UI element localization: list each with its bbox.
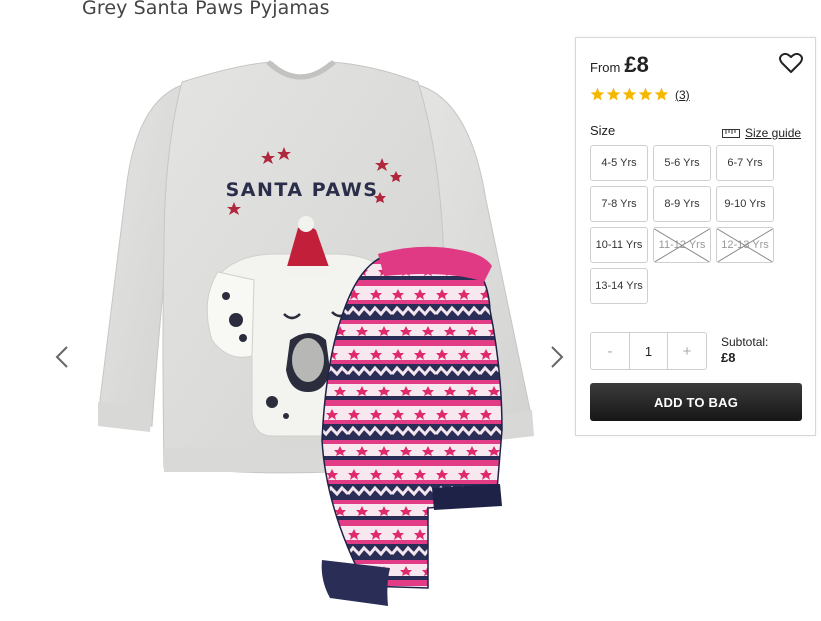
size-option[interactable]: 9-10 Yrs (716, 186, 774, 222)
quantity-stepper: - 1 + (590, 332, 707, 370)
chevron-left-icon (55, 346, 68, 368)
size-option[interactable]: 5-6 Yrs (653, 145, 711, 181)
size-options: 4-5 Yrs 5-6 Yrs 6-7 Yrs 7-8 Yrs 8-9 Yrs 9-10 … (590, 145, 780, 304)
star-icon (590, 87, 605, 101)
page-title: Grey Santa Paws Pyjamas (82, 0, 330, 19)
quantity-decrease-button[interactable]: - (591, 333, 629, 369)
size-option[interactable]: 8-9 Yrs (653, 186, 711, 222)
add-to-bag-button[interactable]: ADD TO BAG (590, 383, 802, 421)
chevron-right-icon (551, 346, 564, 368)
size-label: Size (590, 123, 616, 138)
previous-image-button[interactable] (50, 342, 74, 372)
next-image-button[interactable] (545, 342, 569, 372)
star-icon (622, 87, 637, 101)
ruler-icon (722, 128, 740, 138)
star-icon (654, 87, 669, 101)
size-option[interactable]: 4-5 Yrs (590, 145, 648, 181)
size-option[interactable]: 7-8 Yrs (590, 186, 648, 222)
size-option[interactable]: 6-7 Yrs (716, 145, 774, 181)
heart-icon (779, 52, 803, 73)
size-option[interactable]: 12-13 Yrs (716, 227, 774, 263)
purchase-panel: From £8 (3) Size Size guide 4-5 Yrs 5-6 Y… (575, 37, 816, 436)
star-icon (638, 87, 653, 101)
product-image-gallery: SANTA PAWS (40, 40, 580, 621)
subtotal-value: £8 (721, 350, 736, 365)
price: From £8 (590, 52, 649, 78)
size-option[interactable]: 13-14 Yrs (590, 268, 648, 304)
rating-stars (590, 87, 670, 102)
wishlist-button[interactable] (779, 52, 803, 74)
price-prefix: From (590, 60, 621, 75)
product-image: SANTA PAWS (98, 60, 534, 606)
star-rating: (3) (590, 87, 690, 102)
review-count-link[interactable]: (3) (675, 88, 690, 102)
star-icon (606, 87, 621, 101)
quantity-increase-button[interactable]: + (668, 333, 706, 369)
subtotal-label: Subtotal: (721, 335, 769, 349)
size-guide-link[interactable]: Size guide (722, 126, 801, 140)
graphic-text: SANTA PAWS (226, 179, 379, 201)
subtotal: Subtotal: £8 (721, 335, 768, 365)
quantity-input[interactable]: 1 (629, 333, 668, 369)
size-option[interactable]: 11-12 Yrs (653, 227, 711, 263)
size-option[interactable]: 10-11 Yrs (590, 227, 648, 263)
size-guide-label: Size guide (745, 126, 802, 140)
price-value: £8 (624, 52, 649, 77)
